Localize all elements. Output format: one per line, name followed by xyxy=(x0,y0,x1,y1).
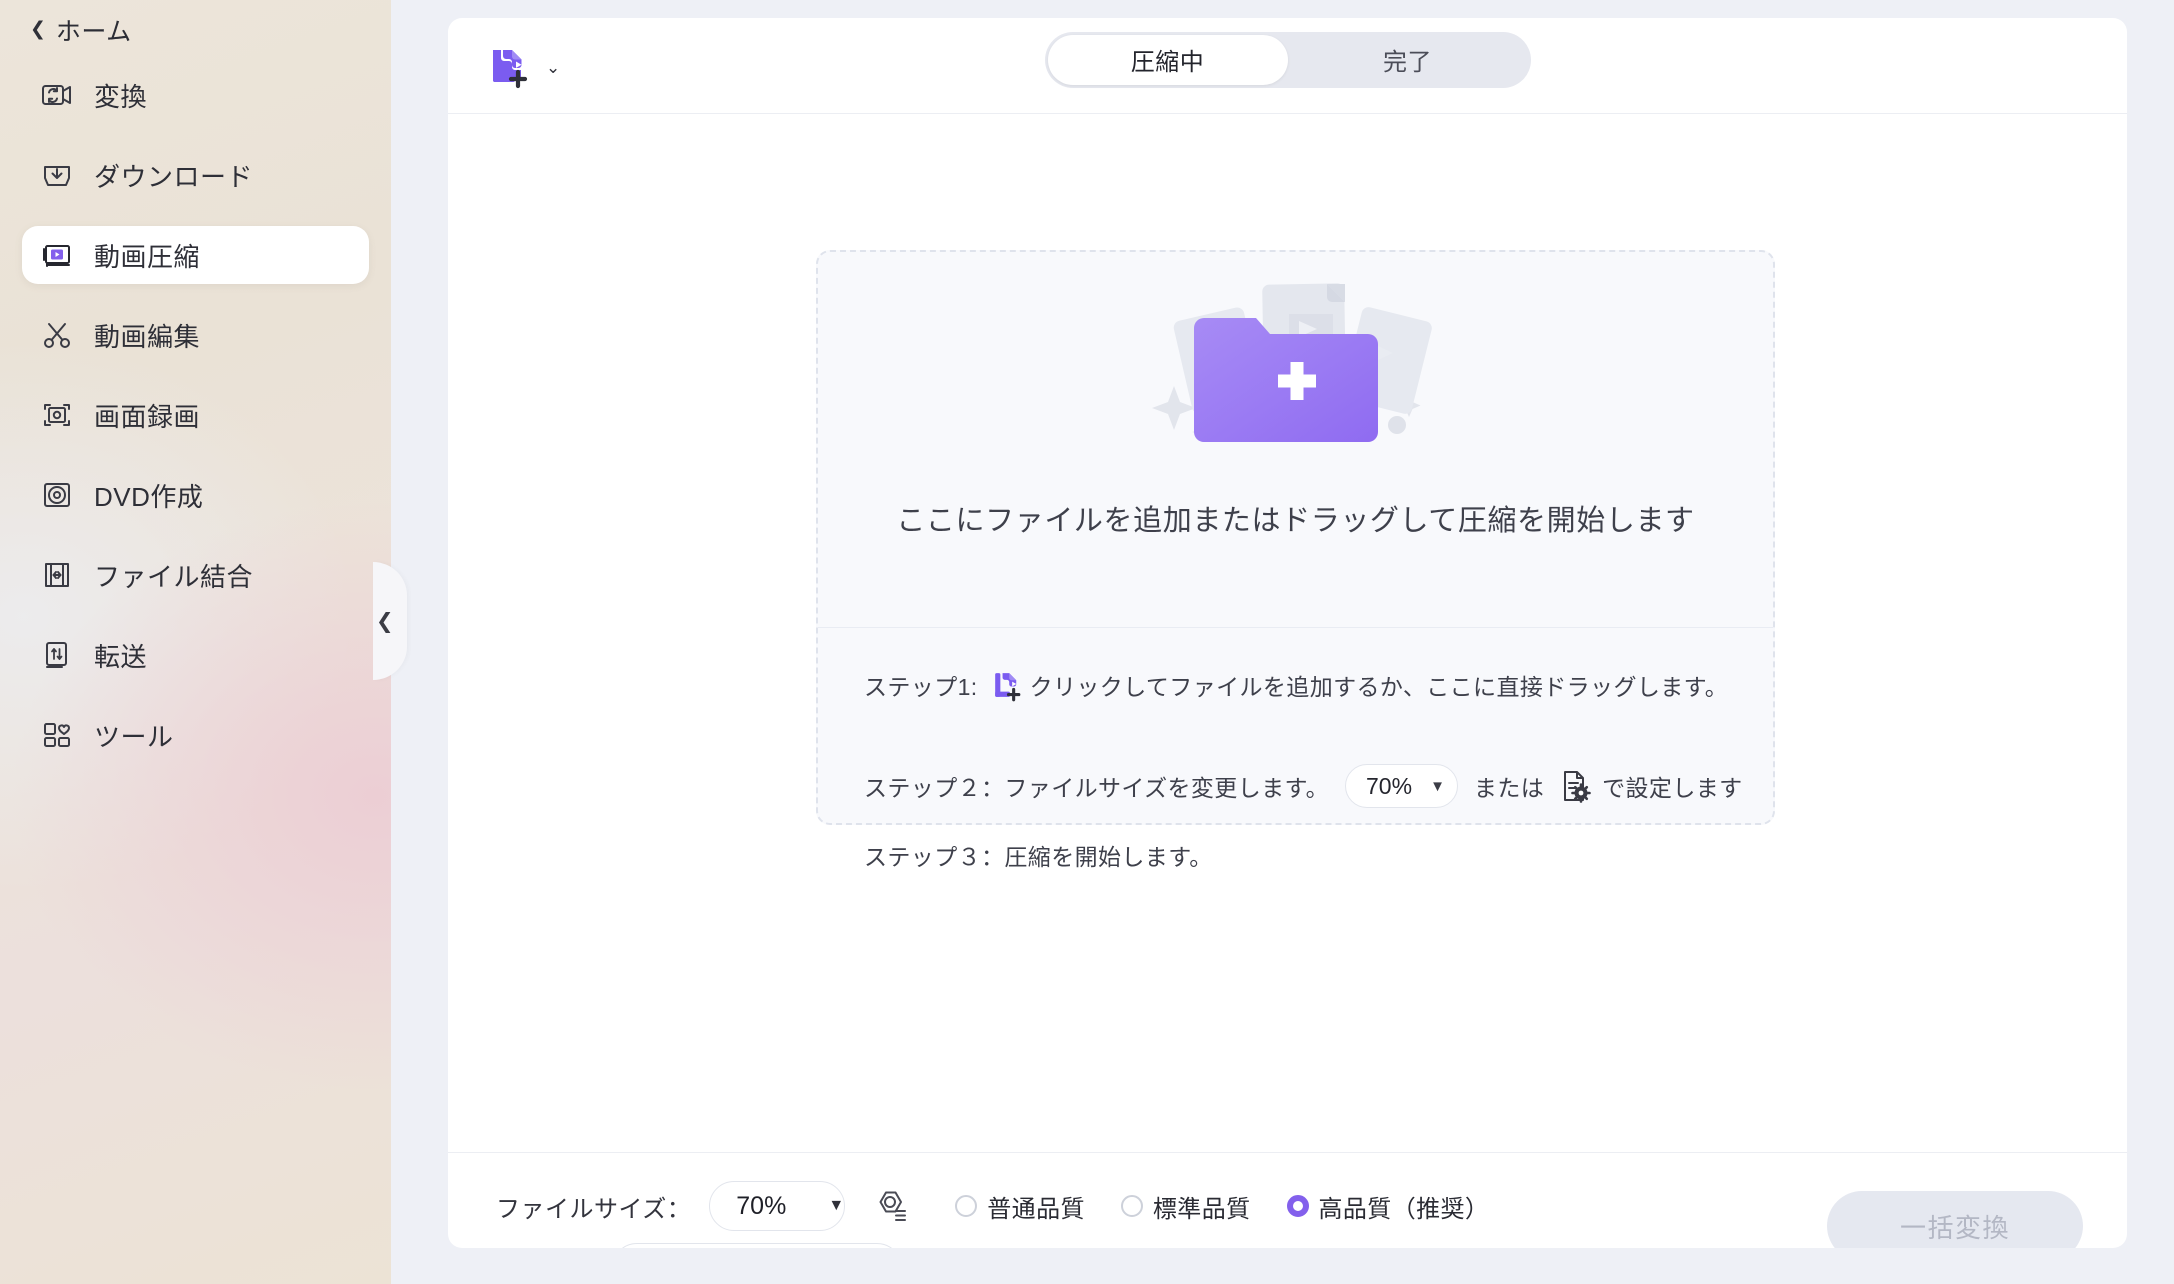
tab-completed[interactable]: 完了 xyxy=(1288,35,1528,85)
file-dropzone[interactable]: ここにファイルを追加またはドラッグして圧縮を開始します ステップ1: クリックし… xyxy=(816,250,1775,870)
chevron-down-icon: ▼ xyxy=(828,1197,845,1214)
sidebar: ❮ ホーム 変換 ダウンロード 動画圧縮 動画編集 画面録画 DVD作成 ファイ… xyxy=(0,0,407,1284)
sidebar-item-label: 動画編集 xyxy=(94,321,201,352)
card-header: ⌄ 圧縮中 完了 xyxy=(448,18,2127,114)
dropzone-top: ここにファイルを追加またはドラッグして圧縮を開始します xyxy=(818,252,1773,628)
filesize-label: ファイルサイズ： xyxy=(496,1195,692,1223)
chevron-left-icon: ❮ xyxy=(30,18,46,40)
chevron-left-icon: ❮ xyxy=(376,609,394,633)
step-1-prefix: ステップ1: xyxy=(864,674,978,700)
sidebar-item-download[interactable]: ダウンロード xyxy=(22,146,369,204)
sidebar-item-label: 画面録画 xyxy=(94,401,201,432)
radio-dot xyxy=(955,1195,978,1217)
tab-switcher: 圧縮中 完了 xyxy=(1044,31,1531,88)
sidebar-home-link[interactable]: ❮ ホーム xyxy=(0,0,391,48)
folder-plus-illustration xyxy=(1151,283,1432,442)
filesize-value: 70% xyxy=(736,1191,787,1220)
sidebar-item-label: ダウンロード xyxy=(94,161,254,192)
sidebar-item-label: 転送 xyxy=(94,641,148,672)
document-settings-icon[interactable] xyxy=(1556,768,1592,804)
merge-files-icon xyxy=(45,563,69,587)
sidebar-item-video-compress[interactable]: 動画圧縮 xyxy=(22,226,369,284)
screen-record-icon xyxy=(44,404,70,426)
parameter-settings-icon[interactable] xyxy=(871,1187,909,1225)
content-card: ⌄ 圧縮中 完了 ここにファイルを追加またはドラッグして圧縮を開始します ステッ… xyxy=(448,18,2127,1248)
sidebar-item-screen-record[interactable]: 画面録画 xyxy=(22,386,369,444)
sidebar-item-convert[interactable]: 変換 xyxy=(22,66,369,124)
sidebar-item-label: ツール xyxy=(94,721,174,752)
step-2-suffix: で設定します xyxy=(1602,775,1743,801)
output-folder-select[interactable]: Compressed ▼ xyxy=(612,1243,902,1248)
chevron-down-icon: ⌄ xyxy=(546,57,561,77)
video-compress-icon xyxy=(43,245,70,267)
add-file-icon[interactable] xyxy=(990,668,1024,702)
disc-icon xyxy=(44,483,70,507)
video-convert-icon xyxy=(42,85,71,105)
card-body: ここにファイルを追加またはドラッグして圧縮を開始します ステップ1: クリックし… xyxy=(448,114,2127,1152)
step-2-size-value: 70% xyxy=(1366,772,1413,799)
quality-option-label: 普通品質 xyxy=(987,1195,1085,1223)
tab-compressing[interactable]: 圧縮中 xyxy=(1047,34,1288,85)
sidebar-item-label: 変換 xyxy=(94,81,148,112)
toolbox-icon xyxy=(44,723,70,747)
sidebar-item-video-edit[interactable]: 動画編集 xyxy=(22,306,369,364)
card-footer: ファイルサイズ： 70% ▼ 普通品質 標準品質 高品質（推奨） 一括変換 xyxy=(448,1152,2127,1248)
step-3: ステップ３：圧縮を開始します。 xyxy=(864,838,1213,872)
step-2-middle: または xyxy=(1473,775,1545,801)
filesize-select[interactable]: 70% ▼ xyxy=(709,1181,846,1231)
step-2: ステップ２：ファイルサイズを変更します。 70% ▼ または で設定します xyxy=(864,764,1743,808)
quality-option-standard[interactable]: 標準品質 xyxy=(1120,1189,1251,1224)
scissors-icon xyxy=(44,323,70,348)
quality-option-label: 標準品質 xyxy=(1152,1195,1251,1223)
filesize-row: ファイルサイズ： 70% ▼ 普通品質 標準品質 高品質（推奨） xyxy=(496,1181,1525,1231)
sidebar-home-label: ホーム xyxy=(55,18,132,46)
chevron-down-icon: ▼ xyxy=(1430,777,1445,795)
step-1-text: クリックしてファイルを追加するか、ここに直接ドラッグします。 xyxy=(1029,674,1729,700)
sidebar-item-dvd-create[interactable]: DVD作成 xyxy=(22,466,369,524)
output-row: 出力先： Compressed ▼ xyxy=(496,1243,966,1248)
quality-option-label: 高品質（推奨） xyxy=(1318,1195,1490,1223)
quality-option-high[interactable]: 高品質（推奨） xyxy=(1286,1189,1490,1224)
sidebar-collapse-handle[interactable]: ❮ xyxy=(373,562,407,680)
quality-radio-group: 普通品質 標準品質 高品質（推奨） xyxy=(955,1189,1525,1224)
dropzone-caption: ここにファイルを追加またはドラッグして圧縮を開始します xyxy=(896,505,1695,537)
sidebar-item-tools[interactable]: ツール xyxy=(22,706,369,764)
sidebar-item-label: 動画圧縮 xyxy=(94,241,201,272)
add-file-button[interactable]: ⌄ xyxy=(486,43,560,89)
app-window: ❮ ホーム 変換 ダウンロード 動画圧縮 動画編集 画面録画 DVD作成 ファイ… xyxy=(0,0,2174,1284)
step-2-prefix: ステップ２：ファイルサイズを変更します。 xyxy=(864,775,1330,801)
add-file-icon xyxy=(493,49,528,88)
step-3-text: ステップ３：圧縮を開始します。 xyxy=(864,844,1213,870)
sidebar-nav: 変換 ダウンロード 動画圧縮 動画編集 画面録画 DVD作成 ファイル結合 転送… xyxy=(0,66,391,786)
main-area: ⌄ 圧縮中 完了 ここにファイルを追加またはドラッグして圧縮を開始します ステッ… xyxy=(391,0,2174,1284)
quality-option-normal[interactable]: 普通品質 xyxy=(955,1189,1085,1224)
step-2-size-select[interactable]: 70% ▼ xyxy=(1345,764,1458,808)
sidebar-item-label: ファイル結合 xyxy=(94,561,254,592)
radio-dot-selected xyxy=(1286,1195,1309,1217)
transfer-icon xyxy=(46,642,67,668)
sidebar-item-merge-files[interactable]: ファイル結合 xyxy=(22,546,369,604)
step-1: ステップ1: クリックしてファイルを追加するか、ここに直接ドラッグします。 xyxy=(864,668,1728,702)
download-tray-icon xyxy=(44,166,70,186)
sidebar-item-label: DVD作成 xyxy=(94,481,204,512)
radio-dot xyxy=(1120,1195,1143,1217)
sidebar-item-transfer[interactable]: 転送 xyxy=(22,626,369,684)
batch-convert-button[interactable]: 一括変換 xyxy=(1827,1191,2083,1248)
